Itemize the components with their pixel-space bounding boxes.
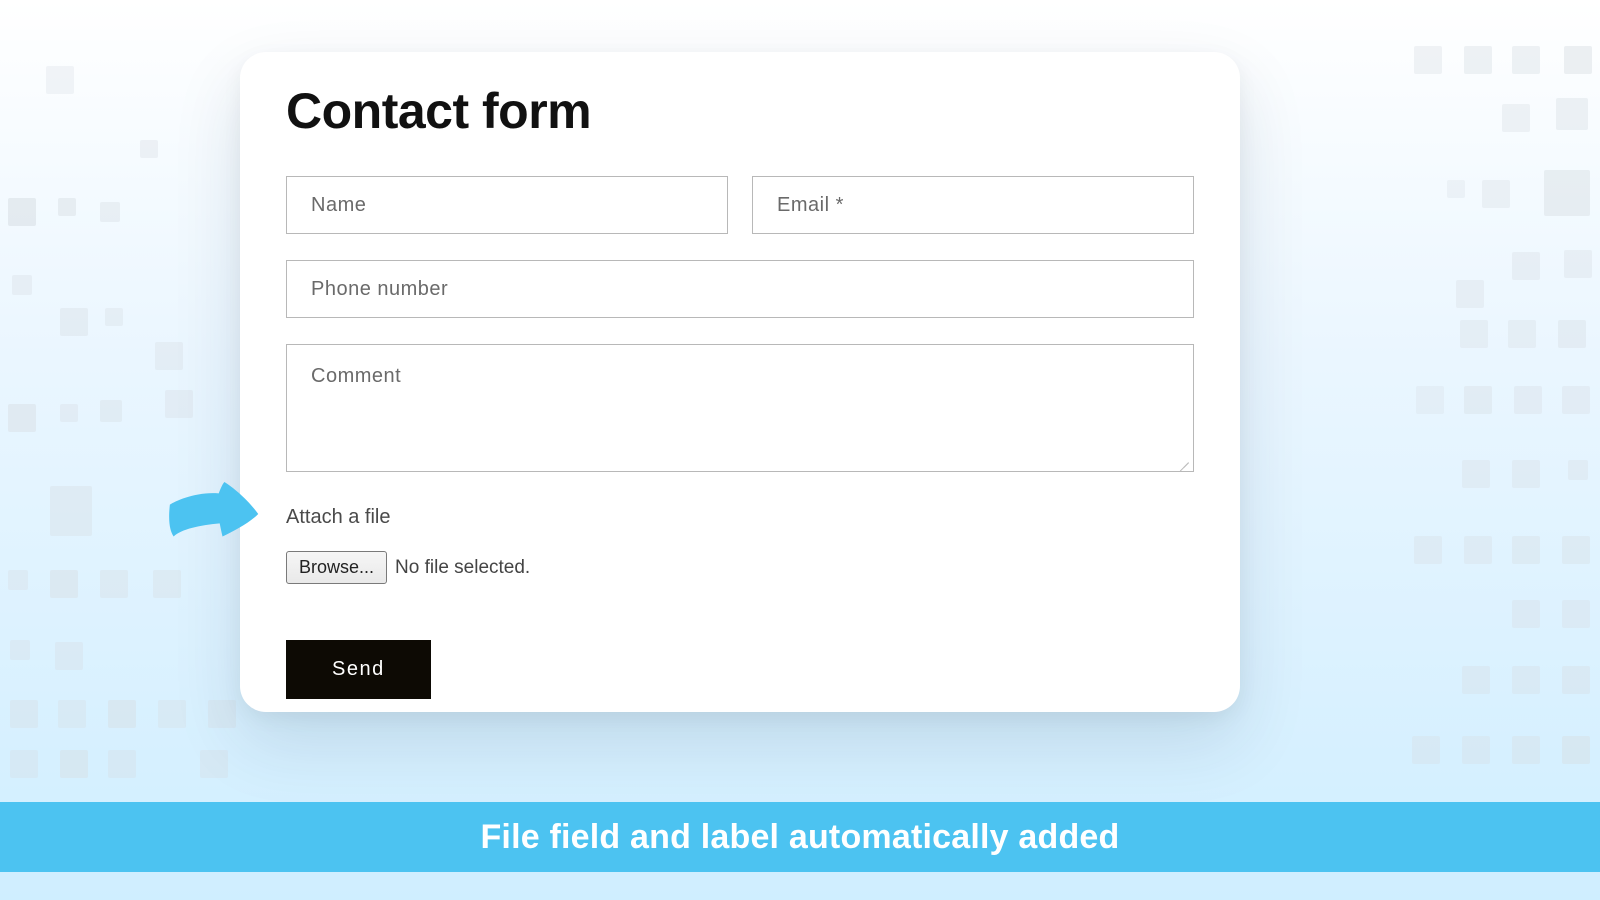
caption-banner: File field and label automatically added xyxy=(0,802,1600,872)
name-input[interactable] xyxy=(311,194,703,217)
file-status-text: No file selected. xyxy=(395,557,530,579)
file-upload-row: Browse... No file selected. xyxy=(286,551,1194,584)
attach-file-label: Attach a file xyxy=(286,506,1194,529)
comment-field-wrapper xyxy=(286,344,1194,472)
send-button[interactable]: Send xyxy=(286,640,431,699)
phone-field-wrapper xyxy=(286,260,1194,318)
email-input[interactable] xyxy=(777,194,1169,217)
form-title: Contact form xyxy=(286,82,1194,140)
contact-form-card: Contact form Attach a file Browse... No … xyxy=(240,52,1240,712)
phone-input[interactable] xyxy=(311,278,1169,301)
comment-textarea[interactable] xyxy=(311,365,1169,451)
caption-text: File field and label automatically added xyxy=(480,818,1119,857)
name-field-wrapper xyxy=(286,176,728,234)
email-field-wrapper xyxy=(752,176,1194,234)
browse-button[interactable]: Browse... xyxy=(286,551,387,584)
textarea-resize-handle-icon[interactable] xyxy=(1175,453,1189,467)
